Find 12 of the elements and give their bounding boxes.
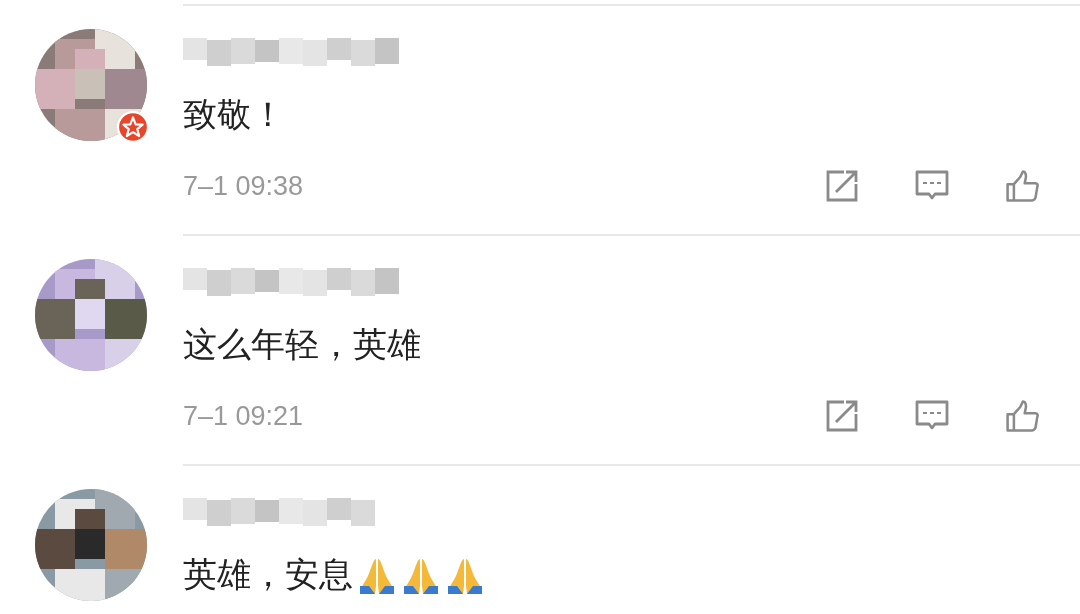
comment-time: 7–1 09:38	[183, 170, 304, 202]
praying-hands-icon	[357, 556, 397, 596]
comment-text: 这么年轻，英雄	[183, 323, 421, 366]
thumbs-up-icon[interactable]	[1004, 398, 1040, 434]
thumbs-up-icon[interactable]	[1004, 168, 1040, 204]
share-icon[interactable]	[824, 168, 860, 204]
comment-time: 7–1 09:21	[183, 400, 304, 432]
share-icon[interactable]	[824, 398, 860, 434]
comment-text: 致敬！	[183, 93, 285, 136]
praying-hands-icon	[401, 556, 441, 596]
comment-text: 英雄，安息	[183, 553, 353, 596]
praying-hands-icon	[445, 556, 485, 596]
